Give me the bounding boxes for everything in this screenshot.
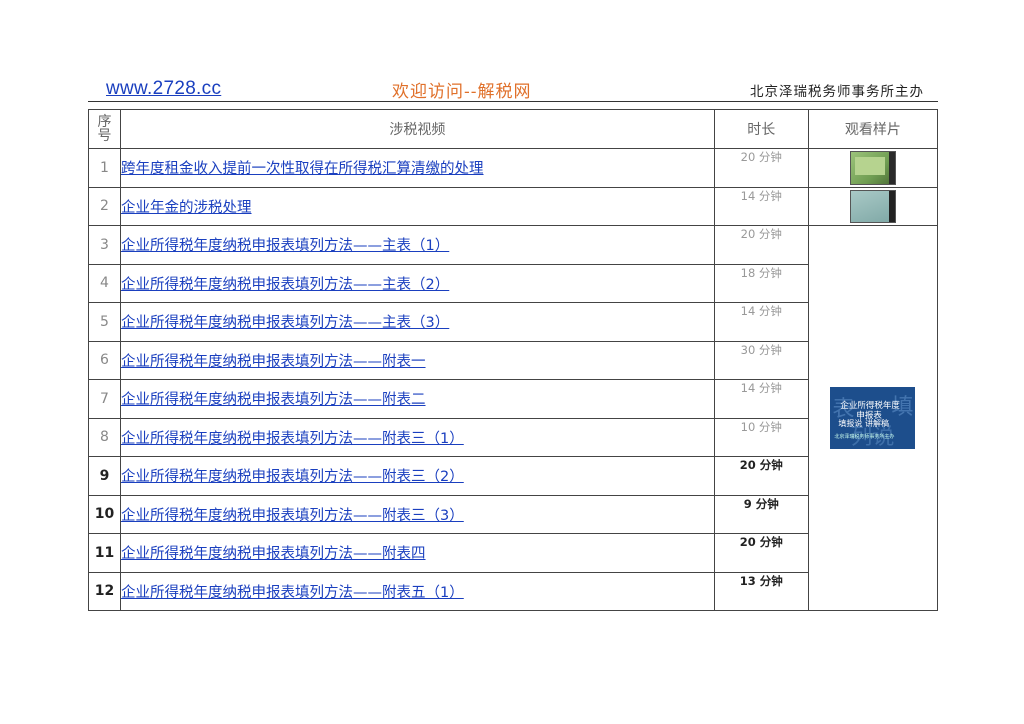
video-link[interactable]: 企业所得税年度纳税申报表填列方法——主表（3） xyxy=(121,315,449,331)
row-duration: 18 分钟 xyxy=(713,263,809,303)
row-title-cell: 企业所得税年度纳税申报表填列方法——附表一 xyxy=(120,340,715,380)
video-link[interactable]: 企业所得税年度纳税申报表填列方法——附表三（1） xyxy=(121,431,464,447)
row-number: 11 xyxy=(87,533,122,573)
thumb-caption: 北京泽瑞税务师事务所主办 xyxy=(834,434,895,440)
header-title: 涉税视频 xyxy=(120,109,715,149)
video-link[interactable]: 企业所得税年度纳税申报表填列方法——附表五（1） xyxy=(121,585,464,601)
video-link[interactable]: 企业所得税年度纳税申报表填列方法——附表三（3） xyxy=(121,508,464,524)
video-link[interactable]: 企业所得税年度纳税申报表填列方法——附表三（2） xyxy=(121,469,464,485)
table-header-row: 序 号 涉税视频 时长 观看样片 xyxy=(87,109,939,149)
video-link[interactable]: 企业所得税年度纳税申报表填列方法——附表一 xyxy=(121,354,426,370)
row-title-cell: 企业所得税年度纳税申报表填列方法——附表二 xyxy=(120,379,715,419)
header-duration: 时长 xyxy=(713,109,809,149)
row-title-cell: 企业所得税年度纳税申报表填列方法——附表三（2） xyxy=(120,456,715,496)
row-title-cell: 跨年度租金收入提前一次性取得在所得税汇算清缴的处理 xyxy=(120,148,715,188)
row-number: 4 xyxy=(87,263,122,303)
welcome-title: 欢迎访问--解税网 xyxy=(392,82,532,102)
row-number: 2 xyxy=(87,186,122,226)
sample-cell xyxy=(807,148,939,188)
row-duration: 20 分钟 xyxy=(713,533,809,573)
row-title-cell: 企业所得税年度纳税申报表填列方法——主表（2） xyxy=(120,263,715,303)
sample-thumbnail[interactable] xyxy=(849,189,896,223)
video-link[interactable]: 企业年金的涉税处理 xyxy=(121,200,252,216)
header-no-label: 序 号 xyxy=(97,114,112,144)
table-row: 2 企业年金的涉税处理 14 分钟 xyxy=(87,186,939,226)
row-duration: 30 分钟 xyxy=(713,340,809,380)
row-duration: 14 分钟 xyxy=(713,379,809,419)
video-link[interactable]: 企业所得税年度纳税申报表填列方法——附表二 xyxy=(121,392,426,408)
video-table: 序 号 涉税视频 时长 观看样片 1 跨年度租金收入提前一次性取得在所得税汇算清… xyxy=(87,109,939,611)
row-title-cell: 企业所得税年度纳税申报表填列方法——附表五（1） xyxy=(120,571,715,611)
header-divider xyxy=(88,101,938,102)
table-row: 3 企业所得税年度纳税申报表填列方法——主表（1） 20 分钟 表 填 列说 企… xyxy=(87,225,939,611)
row-duration: 20 分钟 xyxy=(713,148,809,188)
row-number: 12 xyxy=(87,571,122,611)
header-sample: 观看样片 xyxy=(807,109,939,149)
row-number: 9 xyxy=(87,456,122,496)
video-link[interactable]: 企业所得税年度纳税申报表填列方法——主表（1） xyxy=(121,238,449,254)
video-link[interactable]: 跨年度租金收入提前一次性取得在所得税汇算清缴的处理 xyxy=(121,161,484,177)
row-number: 10 xyxy=(87,494,122,534)
page-header: www.2728.cc 欢迎访问--解税网 北京泽瑞税务师事务所主办 xyxy=(88,74,938,102)
site-link[interactable]: www.2728.cc xyxy=(106,78,221,100)
row-number: 1 xyxy=(87,148,122,188)
row-number: 3 xyxy=(87,225,122,265)
row-duration: 14 分钟 xyxy=(713,302,809,342)
row-title-cell: 企业所得税年度纳税申报表填列方法——附表四 xyxy=(120,533,715,573)
sample-cell: 表 填 列说 企业所得税年度 申报表 填报说 讲解稿 北京泽瑞税务师事务所主办 xyxy=(807,225,939,611)
video-link[interactable]: 企业所得税年度纳税申报表填列方法——附表四 xyxy=(121,546,426,562)
table-row: 1 跨年度租金收入提前一次性取得在所得税汇算清缴的处理 20 分钟 xyxy=(87,148,939,188)
sponsor-text: 北京泽瑞税务师事务所主办 xyxy=(750,84,924,100)
row-title-cell: 企业所得税年度纳税申报表填列方法——主表（3） xyxy=(120,302,715,342)
row-title-cell: 企业年金的涉税处理 xyxy=(120,186,715,226)
row-number: 6 xyxy=(87,340,122,380)
row-duration: 20 分钟 xyxy=(713,456,809,496)
row-number: 7 xyxy=(87,379,122,419)
sample-cell xyxy=(807,186,939,226)
row-duration: 20 分钟 xyxy=(713,225,809,265)
row-number: 5 xyxy=(87,302,122,342)
row-title-cell: 企业所得税年度纳税申报表填列方法——主表（1） xyxy=(120,225,715,265)
video-link[interactable]: 企业所得税年度纳税申报表填列方法——主表（2） xyxy=(121,277,449,293)
row-duration: 13 分钟 xyxy=(713,571,809,611)
row-duration: 10 分钟 xyxy=(713,417,809,457)
row-duration: 14 分钟 xyxy=(713,186,809,226)
row-duration: 9 分钟 xyxy=(713,494,809,534)
row-title-cell: 企业所得税年度纳税申报表填列方法——附表三（1） xyxy=(120,417,715,457)
thumb-caption: 填报说 讲解稿 xyxy=(838,419,889,428)
row-number: 8 xyxy=(87,417,122,457)
sample-thumbnail[interactable]: 表 填 列说 企业所得税年度 申报表 填报说 讲解稿 北京泽瑞税务师事务所主办 xyxy=(830,387,916,449)
header-no: 序 号 xyxy=(87,109,122,149)
sample-thumbnail[interactable] xyxy=(849,150,896,185)
row-title-cell: 企业所得税年度纳税申报表填列方法——附表三（3） xyxy=(120,494,715,534)
